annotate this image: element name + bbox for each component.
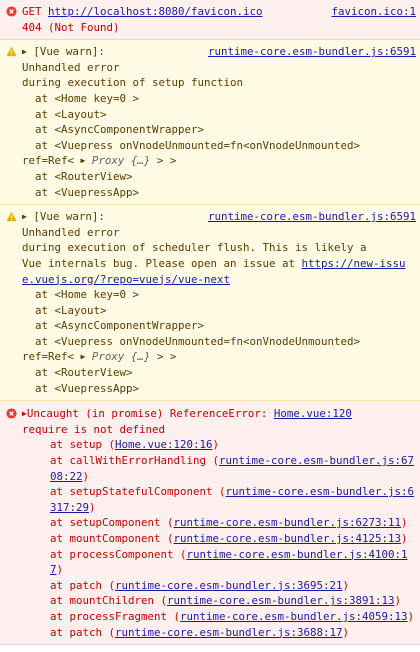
source-link[interactable]: runtime-core.esm-bundler.js:6591 [208, 44, 416, 60]
stack-frame-end: ) [342, 578, 350, 592]
warn-head: [Vue warn]: [33, 45, 105, 59]
stack-frame-fn: at patch ( [50, 625, 116, 639]
stack-frame-fn: at processComponent ( [50, 547, 187, 561]
stack-frame-link[interactable]: runtime-core.esm-bundler.js:4059:13 [180, 610, 408, 623]
stack-frame: at setupStatefulComponent (runtime-core.… [22, 484, 416, 515]
source-link[interactable]: favicon.ico:1 [331, 4, 416, 20]
console-entry-warning: ▶ [Vue warn]: runtime-core.esm-bundler.j… [0, 205, 420, 402]
stack-frame-link[interactable]: runtime-core.esm-bundler.js:3688:17 [115, 626, 343, 639]
stack-frame-fn: at mountComponent ( [50, 532, 174, 545]
stack-frame: at callWithErrorHandling (runtime-core.e… [22, 453, 416, 484]
stack-frame-fn: at setup ( [50, 438, 116, 452]
stack-frame-end: ) [401, 516, 408, 530]
warn-line: at <Home key=0 > [22, 288, 140, 302]
warn-line: at <AsyncComponentWrapper> [22, 123, 205, 137]
stack-frame-end: ) [89, 500, 96, 514]
warn-line: at <Vuepress onVnodeUnmounted=fn<onVnode… [22, 138, 361, 152]
request-method: GET [22, 5, 42, 18]
stack-frame-end: ) [394, 594, 402, 608]
warn-line: during execution of setup function [22, 76, 244, 90]
warn-line: ref=Ref< [22, 350, 81, 364]
stack-frame: at patch (runtime-core.esm-bundler.js:36… [22, 625, 416, 641]
request-status: 404 (Not Found) [22, 20, 120, 34]
stack-frame-link[interactable]: Home.vue:120:16 [115, 438, 213, 451]
stack-frame-link[interactable]: runtime-core.esm-bundler.js:3695:21 [115, 579, 343, 592]
warning-icon [6, 211, 17, 222]
warn-line: Unhandled error [22, 60, 120, 74]
warn-line: at <Home key=0 > [22, 91, 140, 105]
proxy-tail: > > [150, 154, 177, 168]
stack-frame: at mountChildren (runtime-core.esm-bundl… [22, 593, 416, 609]
warn-line: at <AsyncComponentWrapper> [22, 319, 205, 333]
proxy-object[interactable]: Proxy {…} [92, 350, 151, 363]
warn-line: at <Layout> [22, 303, 107, 317]
stack-frame-fn: at setupStatefulComponent ( [50, 485, 226, 499]
console-entry-warning: ▶ [Vue warn]: runtime-core.esm-bundler.j… [0, 40, 420, 206]
error-message: require is not defined [22, 422, 166, 436]
stack-frame-end: ) [407, 609, 415, 623]
stack-frame: at processFragment (runtime-core.esm-bun… [22, 609, 416, 625]
stack-frame-end: ) [212, 438, 220, 452]
warn-line: at <RouterView> [22, 169, 133, 183]
proxy-object[interactable]: Proxy {…} [92, 154, 151, 167]
stack-frame-end: ) [56, 563, 64, 577]
error-icon [6, 408, 17, 419]
console-entry-network-error: GET http://localhost:8080/favicon.ico fa… [0, 0, 420, 41]
proxy-tail: > > [150, 350, 177, 364]
stack-frame-link[interactable]: runtime-core.esm-bundler.js:4125:13 [174, 532, 402, 545]
expand-triangle-icon[interactable]: ▶ [22, 44, 27, 60]
source-link[interactable]: Home.vue:120 [274, 407, 352, 420]
stack-frame: at processComponent (runtime-core.esm-bu… [22, 547, 416, 578]
warn-line: at <RouterView> [22, 366, 133, 380]
stack-frame: at patch (runtime-core.esm-bundler.js:36… [22, 578, 416, 594]
stack-frame-end: ) [82, 469, 90, 483]
expand-triangle-icon[interactable]: ▶ [81, 349, 86, 365]
expand-triangle-icon[interactable]: ▶ [81, 153, 86, 169]
stack-frame-link[interactable]: runtime-core.esm-bundler.js:6273:11 [174, 516, 402, 529]
warn-line: Unhandled error [22, 225, 120, 239]
stack-frame: at setup (Home.vue:120:16) [22, 437, 416, 453]
expand-triangle-icon[interactable]: ▶ [22, 209, 27, 225]
stack-frame-fn: at setupComponent ( [50, 516, 174, 530]
stack-frame-end: ) [401, 532, 408, 545]
warn-line: at <Layout> [22, 107, 107, 121]
error-head: Uncaught (in promise) ReferenceError: [26, 407, 268, 421]
warning-icon [6, 46, 17, 57]
stack-trace: at setup (Home.vue:120:16) at callWithErr… [22, 437, 416, 640]
warn-line: Vue internals bug. Please open an issue … [22, 256, 302, 270]
source-link[interactable]: runtime-core.esm-bundler.js:6591 [208, 209, 416, 225]
error-icon [6, 6, 17, 17]
stack-frame-fn: at callWithErrorHandling ( [50, 454, 220, 468]
warn-line: ref=Ref< [22, 154, 81, 168]
stack-frame-end: ) [342, 625, 350, 639]
warn-line: during execution of scheduler flush. Thi… [22, 241, 367, 255]
warn-line: at <VuepressApp> [22, 185, 140, 199]
stack-frame-fn: at mountChildren ( [50, 594, 168, 608]
stack-frame: at mountComponent (runtime-core.esm-bund… [22, 531, 416, 547]
stack-frame-fn: at patch ( [50, 578, 116, 592]
warn-line: at <VuepressApp> [22, 381, 140, 395]
devtools-console: GET http://localhost:8080/favicon.ico fa… [0, 0, 420, 646]
console-entry-uncaught-error: ▶Uncaught (in promise) ReferenceError: H… [0, 401, 420, 646]
warn-line: at <Vuepress onVnodeUnmounted=fn<onVnode… [22, 334, 361, 348]
stack-frame: at setupComponent (runtime-core.esm-bund… [22, 515, 416, 531]
request-url-link[interactable]: http://localhost:8080/favicon.ico [48, 5, 263, 18]
stack-frame-link[interactable]: runtime-core.esm-bundler.js:3891:13 [167, 594, 395, 607]
stack-frame-fn: at processFragment ( [50, 609, 181, 623]
warn-head: [Vue warn]: [33, 210, 105, 224]
